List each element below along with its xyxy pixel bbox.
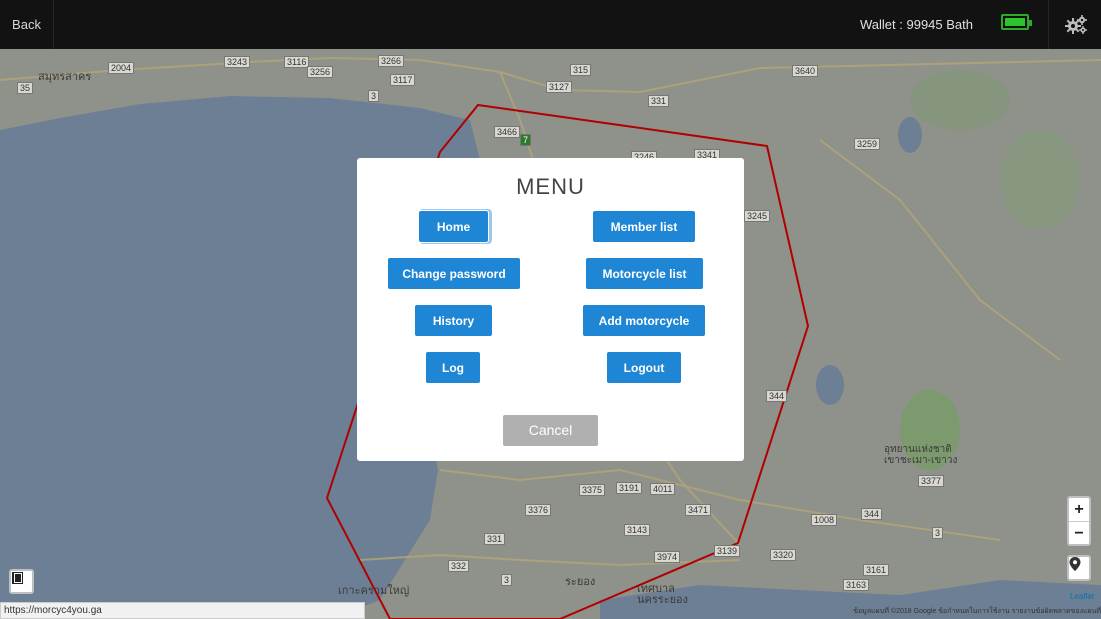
road-label: 3191 — [616, 482, 643, 494]
member-list-button[interactable]: Member list — [593, 211, 695, 242]
locate-button[interactable] — [1067, 555, 1091, 581]
settings-button[interactable] — [1048, 0, 1101, 49]
layers-button[interactable] — [9, 569, 34, 594]
zoom-control: + − — [1067, 496, 1091, 546]
road-label: 3127 — [546, 81, 573, 93]
road-label: 3320 — [770, 549, 797, 561]
road-label: 3256 — [307, 66, 334, 78]
top-bar: Back Wallet : 99945 Bath — [0, 0, 1101, 49]
road-label: 2004 — [108, 62, 135, 74]
gears-icon — [1064, 14, 1087, 34]
road-label: 3245 — [744, 210, 771, 222]
leaflet-link[interactable]: Leaflet — [1070, 592, 1094, 601]
place-label: ระยอง — [565, 576, 596, 588]
place-label: เกาะครามใหญ่ — [338, 585, 410, 597]
back-button[interactable]: Back — [0, 0, 54, 49]
road-label: 1008 — [811, 514, 838, 526]
place-label: อุทยานแห่งชาติ เขาชะเมา-เขาวง — [884, 444, 958, 466]
place-label: สมุทรสาคร — [38, 71, 92, 83]
road-label: 3117 — [390, 74, 416, 86]
map-pin-icon — [1069, 557, 1081, 571]
road-label: 315 — [570, 64, 592, 76]
road-label: 4011 — [650, 483, 676, 495]
road-label: 3259 — [854, 138, 881, 150]
road-label: 3377 — [918, 475, 945, 487]
layers-icon — [12, 572, 23, 584]
zoom-in-button[interactable]: + — [1069, 498, 1089, 522]
battery-full-icon — [1001, 14, 1032, 30]
log-button[interactable]: Log — [426, 352, 480, 383]
map-attribution: ข้อมูลแผนที่ ©2018 Google ข้อกำหนดในการใ… — [853, 608, 1101, 615]
road-label: 3161 — [863, 564, 890, 576]
road-label: 3 — [501, 574, 513, 586]
history-button[interactable]: History — [415, 305, 492, 336]
road-label: 35 — [17, 82, 34, 94]
zoom-out-button[interactable]: − — [1069, 522, 1089, 545]
road-label: 3974 — [654, 551, 681, 563]
logout-button[interactable]: Logout — [607, 352, 681, 383]
road-label: 3466 — [494, 126, 521, 138]
road-label: 332 — [448, 560, 470, 572]
road-label: 3375 — [579, 484, 606, 496]
road-label: 3116 — [284, 56, 310, 68]
road-label: 3163 — [843, 579, 870, 591]
change-password-button[interactable]: Change password — [388, 258, 520, 289]
road-label: 3 — [932, 527, 944, 539]
add-motorcycle-button[interactable]: Add motorcycle — [583, 305, 705, 336]
road-label: 331 — [484, 533, 506, 545]
road-label: 3243 — [224, 56, 251, 68]
cancel-button[interactable]: Cancel — [503, 415, 598, 446]
road-label: 3471 — [685, 504, 712, 516]
road-label: 3139 — [714, 545, 741, 557]
road-label: 3 — [368, 90, 380, 102]
road-label: 3266 — [378, 55, 405, 67]
road-label: 331 — [648, 95, 670, 107]
menu-dialog: MENU Home Member list Change password Mo… — [357, 158, 744, 461]
wallet-balance: Wallet : 99945 Bath — [860, 17, 973, 32]
motorcycle-list-button[interactable]: Motorcycle list — [586, 258, 703, 289]
road-label: 3640 — [792, 65, 819, 77]
home-button[interactable]: Home — [419, 211, 488, 242]
road-label: 344 — [766, 390, 788, 402]
road-label: 344 — [861, 508, 883, 520]
road-label: 3376 — [525, 504, 552, 516]
status-bar-url: https://morcyc4you.ga — [0, 602, 365, 619]
place-label: เทศบาล นครระยอง — [637, 583, 689, 606]
road-label: 3143 — [624, 524, 651, 536]
dialog-title: MENU — [516, 174, 585, 199]
road-label: 7 — [520, 134, 532, 146]
